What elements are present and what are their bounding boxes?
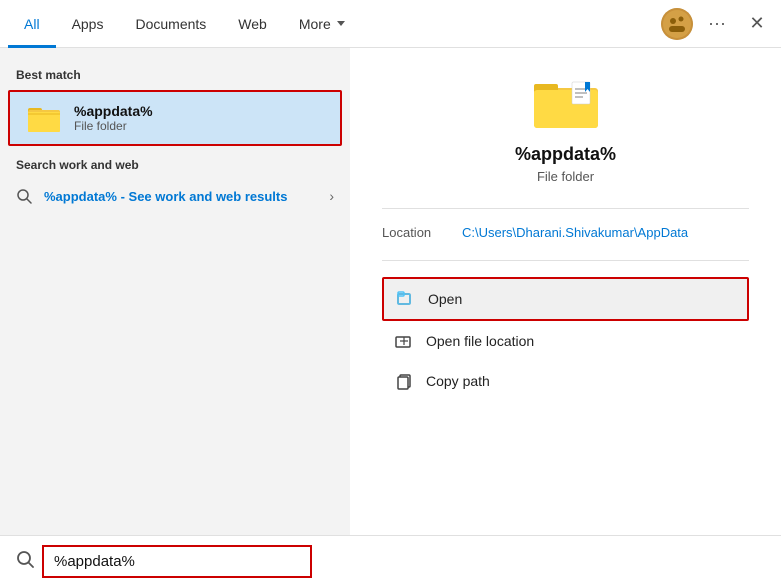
right-folder-icon bbox=[382, 72, 749, 132]
open-label: Open bbox=[428, 291, 462, 307]
search-input[interactable] bbox=[42, 545, 312, 578]
chevron-down-icon bbox=[337, 21, 345, 26]
tab-documents[interactable]: Documents bbox=[119, 0, 222, 48]
open-icon bbox=[396, 289, 416, 309]
best-match-label: Best match bbox=[0, 64, 350, 90]
right-meta: Location C:\Users\Dharani.Shivakumar\App… bbox=[382, 225, 749, 240]
result-item-name: %appdata% bbox=[74, 103, 153, 119]
open-file-location-action[interactable]: Open file location bbox=[382, 321, 749, 361]
avatar[interactable] bbox=[661, 8, 693, 40]
divider bbox=[382, 208, 749, 209]
file-location-icon bbox=[394, 331, 414, 351]
folder-icon-small bbox=[26, 100, 62, 136]
right-panel: %appdata% File folder Location C:\Users\… bbox=[350, 48, 781, 535]
web-result-item[interactable]: %appdata% - See work and web results › bbox=[0, 180, 350, 212]
result-item-sub: File folder bbox=[74, 119, 153, 133]
location-value[interactable]: C:\Users\Dharani.Shivakumar\AppData bbox=[462, 225, 688, 240]
tab-all[interactable]: All bbox=[8, 0, 56, 48]
search-web-label: Search work and web bbox=[0, 146, 350, 180]
tab-apps[interactable]: Apps bbox=[56, 0, 120, 48]
open-file-location-label: Open file location bbox=[426, 333, 534, 349]
main-content: Best match %appdata% File folder Search … bbox=[0, 48, 781, 535]
close-button[interactable]: ✕ bbox=[741, 8, 773, 40]
divider-2 bbox=[382, 260, 749, 261]
more-options-button[interactable]: ··· bbox=[701, 8, 733, 40]
tab-more[interactable]: More bbox=[283, 0, 361, 48]
best-match-result[interactable]: %appdata% File folder bbox=[8, 90, 342, 146]
copy-path-label: Copy path bbox=[426, 373, 490, 389]
chevron-right-icon: › bbox=[329, 188, 334, 204]
search-icon bbox=[16, 188, 32, 204]
copy-path-action[interactable]: Copy path bbox=[382, 361, 749, 401]
tab-web[interactable]: Web bbox=[222, 0, 283, 48]
left-panel: Best match %appdata% File folder Search … bbox=[0, 48, 350, 535]
top-nav: All Apps Documents Web More ··· ✕ bbox=[0, 0, 781, 48]
search-bar bbox=[0, 535, 781, 587]
copy-icon bbox=[394, 371, 414, 391]
nav-actions: ··· ✕ bbox=[661, 8, 773, 40]
result-item-text: %appdata% File folder bbox=[74, 103, 153, 133]
open-action[interactable]: Open bbox=[382, 277, 749, 321]
right-title: %appdata% bbox=[382, 144, 749, 165]
search-icon-bottom bbox=[16, 550, 34, 573]
right-subtitle: File folder bbox=[382, 169, 749, 184]
location-label: Location bbox=[382, 225, 462, 240]
web-result-text: %appdata% - See work and web results bbox=[44, 189, 287, 204]
action-list: Open Open file location bbox=[382, 277, 749, 401]
